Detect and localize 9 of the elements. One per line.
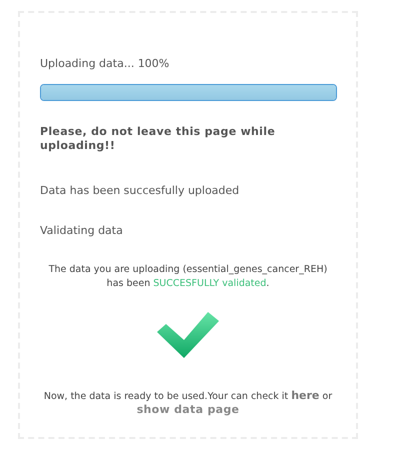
step-text: Validating data	[40, 223, 124, 239]
checkmark-icon	[156, 311, 220, 359]
warning-text: Please, do not leave this page while uploading!!	[40, 125, 276, 153]
validation-message: The data you are uploading (essential_genes_cancer_REH) has been SUCCESFULLY validated.	[48, 263, 328, 291]
here-link[interactable]: here	[291, 389, 320, 402]
step-text: Data has been succesfully uploaded	[40, 183, 240, 199]
show-data-page-link[interactable]: show data page	[136, 403, 240, 416]
progress-label: Uploading data... 100%	[40, 56, 170, 72]
ready-message: Now, the data is ready to be used.Your can check it here or show data page	[42, 389, 334, 417]
